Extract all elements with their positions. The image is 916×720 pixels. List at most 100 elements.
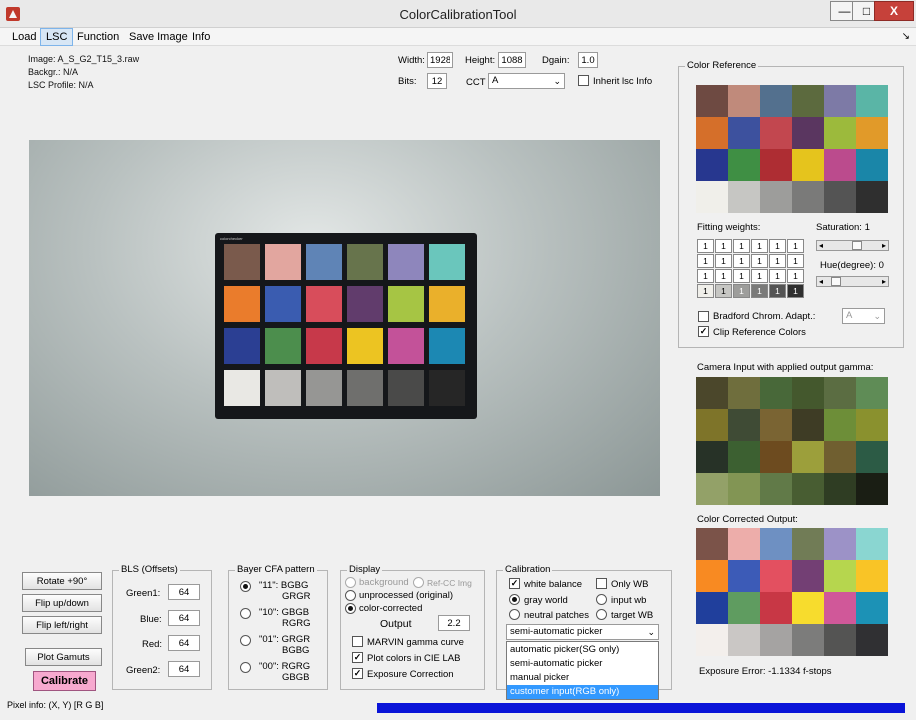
- weight-cell[interactable]: 1: [751, 284, 768, 298]
- weight-cell[interactable]: 1: [715, 269, 732, 283]
- weight-cell[interactable]: 1: [715, 284, 732, 298]
- weight-cell[interactable]: 1: [769, 284, 786, 298]
- white-balance-checkbox[interactable]: ✓: [509, 578, 520, 589]
- flip-left-right-button[interactable]: Flip left/right: [22, 616, 102, 634]
- bayer-pattern-radio[interactable]: [240, 608, 251, 619]
- bayer-pattern-radio[interactable]: [240, 635, 251, 646]
- green2-input[interactable]: [168, 661, 200, 677]
- slider-right-icon[interactable]: ▸: [880, 240, 888, 251]
- color-corrected-radio[interactable]: [345, 603, 356, 614]
- weight-cell[interactable]: 1: [733, 284, 750, 298]
- input-wb-radio[interactable]: [596, 594, 607, 605]
- colorchecker-patch: [306, 286, 342, 322]
- corrected-patch: [792, 592, 824, 624]
- only-wb-label: Only WB: [611, 579, 649, 590]
- menu-load[interactable]: Load: [7, 28, 41, 46]
- bls-title: BLS (Offsets): [119, 564, 180, 575]
- picker-option[interactable]: manual picker: [507, 671, 658, 685]
- picker-option[interactable]: semi-automatic picker: [507, 657, 658, 671]
- bayer-pattern-radio[interactable]: [240, 581, 251, 592]
- picker-option-highlighted[interactable]: customer input(RGB only): [507, 685, 658, 699]
- red-input[interactable]: [168, 635, 200, 651]
- bradford-checkbox[interactable]: [698, 311, 709, 322]
- weight-cell[interactable]: 1: [715, 239, 732, 253]
- unprocessed-radio[interactable]: [345, 590, 356, 601]
- weight-cell[interactable]: 1: [733, 254, 750, 268]
- weight-cell[interactable]: 1: [787, 239, 804, 253]
- menu-info[interactable]: Info: [187, 28, 215, 46]
- background-radio[interactable]: [345, 577, 356, 588]
- camera-input-patch: [856, 473, 888, 505]
- saturation-slider-thumb[interactable]: [852, 241, 862, 250]
- rotate-button[interactable]: Rotate +90°: [22, 572, 102, 590]
- picker-select[interactable]: semi-automatic picker ⌄: [506, 624, 659, 640]
- plot-gamuts-button[interactable]: Plot Gamuts: [25, 648, 102, 666]
- bayer-pattern-radio[interactable]: [240, 662, 251, 673]
- bayer-pattern-label: RGRG: [282, 618, 311, 629]
- weight-cell[interactable]: 1: [733, 239, 750, 253]
- colorchecker-patch: [224, 370, 260, 406]
- slider-left-icon[interactable]: ◂: [817, 240, 825, 251]
- camera-input-patch: [760, 409, 792, 441]
- flip-up-down-button[interactable]: Flip up/down: [22, 594, 102, 612]
- hue-slider[interactable]: ◂ ▸: [816, 276, 889, 287]
- slider-left-icon[interactable]: ◂: [817, 276, 825, 287]
- corrected-patch: [728, 592, 760, 624]
- blue-input[interactable]: [168, 610, 200, 626]
- weight-cell[interactable]: 1: [751, 269, 768, 283]
- green1-label: Green1:: [126, 588, 161, 599]
- weight-cell[interactable]: 1: [751, 254, 768, 268]
- weight-cell[interactable]: 1: [751, 239, 768, 253]
- exposure-correction-checkbox[interactable]: ✓: [352, 668, 363, 679]
- colorchecker-patch: [388, 370, 424, 406]
- weight-cell[interactable]: 1: [697, 239, 714, 253]
- lsc-profile-info: LSC Profile: N/A: [28, 80, 94, 90]
- height-input[interactable]: [498, 52, 526, 68]
- ref-cc-radio[interactable]: [413, 577, 424, 588]
- menu-function[interactable]: Function: [72, 28, 124, 46]
- camera-input-patch: [728, 441, 760, 473]
- colorchecker-patch: [265, 328, 301, 364]
- gray-world-radio[interactable]: [509, 594, 520, 605]
- weight-cell[interactable]: 1: [769, 239, 786, 253]
- hue-slider-thumb[interactable]: [831, 277, 842, 286]
- colorchecker-patch: [265, 244, 301, 280]
- blue-label: Blue:: [140, 614, 162, 625]
- reference-patch: [696, 181, 728, 213]
- image-view[interactable]: colorchecker: [29, 140, 660, 496]
- output-gamma-input[interactable]: [438, 615, 470, 631]
- corrected-patch: [856, 528, 888, 560]
- weight-cell[interactable]: 1: [697, 269, 714, 283]
- weight-cell[interactable]: 1: [769, 269, 786, 283]
- slider-right-icon[interactable]: ▸: [880, 276, 888, 287]
- only-wb-checkbox[interactable]: [596, 578, 607, 589]
- weight-cell[interactable]: 1: [769, 254, 786, 268]
- dgain-input[interactable]: [578, 52, 598, 68]
- weight-cell[interactable]: 1: [697, 284, 714, 298]
- close-button[interactable]: X: [874, 1, 914, 21]
- picker-option[interactable]: automatic picker(SG only): [507, 643, 658, 657]
- width-input[interactable]: [427, 52, 453, 68]
- saturation-slider[interactable]: ◂ ▸: [816, 240, 889, 251]
- weight-cell[interactable]: 1: [787, 284, 804, 298]
- weight-cell[interactable]: 1: [733, 269, 750, 283]
- weight-cell[interactable]: 1: [715, 254, 732, 268]
- target-wb-radio[interactable]: [596, 609, 607, 620]
- clip-reference-checkbox[interactable]: ✓: [698, 326, 709, 337]
- weight-cell[interactable]: 1: [787, 254, 804, 268]
- weight-cell[interactable]: 1: [697, 254, 714, 268]
- inherit-lsc-checkbox[interactable]: [578, 75, 589, 86]
- weight-cell[interactable]: 1: [787, 269, 804, 283]
- green1-input[interactable]: [168, 584, 200, 600]
- reference-patch: [728, 85, 760, 117]
- menu-save-image[interactable]: Save Image: [124, 28, 193, 46]
- bits-input[interactable]: [427, 73, 447, 89]
- marvin-gamma-checkbox[interactable]: [352, 636, 363, 647]
- calibrate-button[interactable]: Calibrate: [33, 671, 96, 691]
- bradford-select[interactable]: A ⌄: [842, 308, 885, 324]
- cct-select[interactable]: A ⌄: [488, 73, 565, 89]
- neutral-patches-radio[interactable]: [509, 609, 520, 620]
- menu-lsc[interactable]: LSC: [40, 28, 74, 46]
- reference-patch: [760, 181, 792, 213]
- plot-cielab-checkbox[interactable]: ✓: [352, 652, 363, 663]
